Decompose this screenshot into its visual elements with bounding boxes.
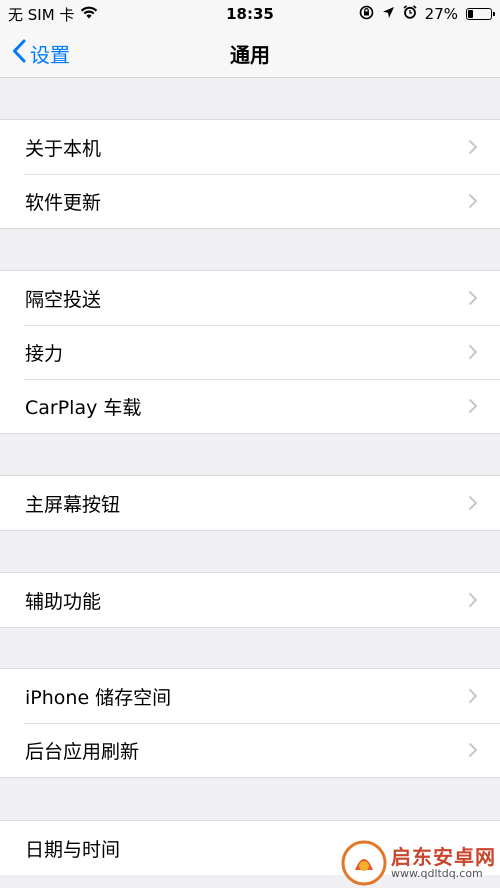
navigation-bar: 设置 通用: [0, 28, 500, 78]
settings-row-accessibility[interactable]: 辅助功能: [0, 573, 500, 627]
settings-group-about: 关于本机 软件更新: [0, 119, 500, 229]
chevron-right-icon: [468, 139, 478, 159]
settings-row-handoff[interactable]: 接力: [0, 325, 500, 379]
location-icon: [382, 5, 395, 23]
settings-row-about[interactable]: 关于本机: [0, 120, 500, 174]
wifi-icon: [80, 5, 98, 23]
chevron-right-icon: [468, 742, 478, 762]
settings-group-accessibility: 辅助功能: [0, 572, 500, 628]
settings-row-iphone-storage[interactable]: iPhone 储存空间: [0, 669, 500, 723]
settings-row-airdrop[interactable]: 隔空投送: [0, 271, 500, 325]
settings-group-connectivity: 隔空投送 接力 CarPlay 车载: [0, 270, 500, 434]
settings-row-date-time[interactable]: 日期与时间: [0, 821, 500, 875]
battery-percent: 27%: [424, 5, 458, 23]
battery-fill: [468, 10, 474, 18]
row-label: CarPlay 车载: [25, 396, 142, 419]
row-label: 关于本机: [25, 137, 102, 160]
status-bar: 无 SIM 卡 18:35 27%: [0, 0, 500, 28]
status-left: 无 SIM 卡: [8, 0, 98, 28]
settings-row-carplay[interactable]: CarPlay 车载: [0, 379, 500, 433]
back-button[interactable]: 设置: [12, 36, 70, 70]
back-button-label: 设置: [30, 42, 70, 67]
row-label: 软件更新: [25, 191, 102, 214]
chevron-right-icon: [468, 592, 478, 612]
settings-row-home-button[interactable]: 主屏幕按钮: [0, 476, 500, 530]
chevron-right-icon: [468, 344, 478, 364]
row-label: 接力: [25, 342, 64, 365]
settings-row-software-update[interactable]: 软件更新: [0, 174, 500, 228]
chevron-right-icon: [468, 193, 478, 213]
status-right: 27%: [359, 0, 495, 28]
row-label: 辅助功能: [25, 590, 102, 613]
row-label: 主屏幕按钮: [25, 493, 121, 516]
chevron-left-icon: [12, 39, 30, 68]
settings-group-storage: iPhone 储存空间 后台应用刷新: [0, 668, 500, 778]
settings-row-background-refresh[interactable]: 后台应用刷新: [0, 723, 500, 777]
chevron-right-icon: [468, 688, 478, 708]
settings-group-date-time: 日期与时间: [0, 820, 500, 875]
chevron-right-icon: [468, 495, 478, 515]
alarm-icon: [403, 5, 417, 23]
chevron-right-icon: [468, 290, 478, 310]
battery-icon: [466, 8, 495, 20]
page-title: 通用: [230, 42, 270, 67]
row-label: 后台应用刷新: [25, 740, 140, 763]
carrier-label: 无 SIM 卡: [8, 5, 75, 24]
row-label: 日期与时间: [25, 838, 121, 861]
row-label: 隔空投送: [25, 288, 102, 311]
row-label: iPhone 储存空间: [25, 686, 172, 709]
chevron-right-icon: [468, 398, 478, 418]
rotation-lock-icon: [359, 5, 374, 24]
settings-group-home-button: 主屏幕按钮: [0, 475, 500, 531]
